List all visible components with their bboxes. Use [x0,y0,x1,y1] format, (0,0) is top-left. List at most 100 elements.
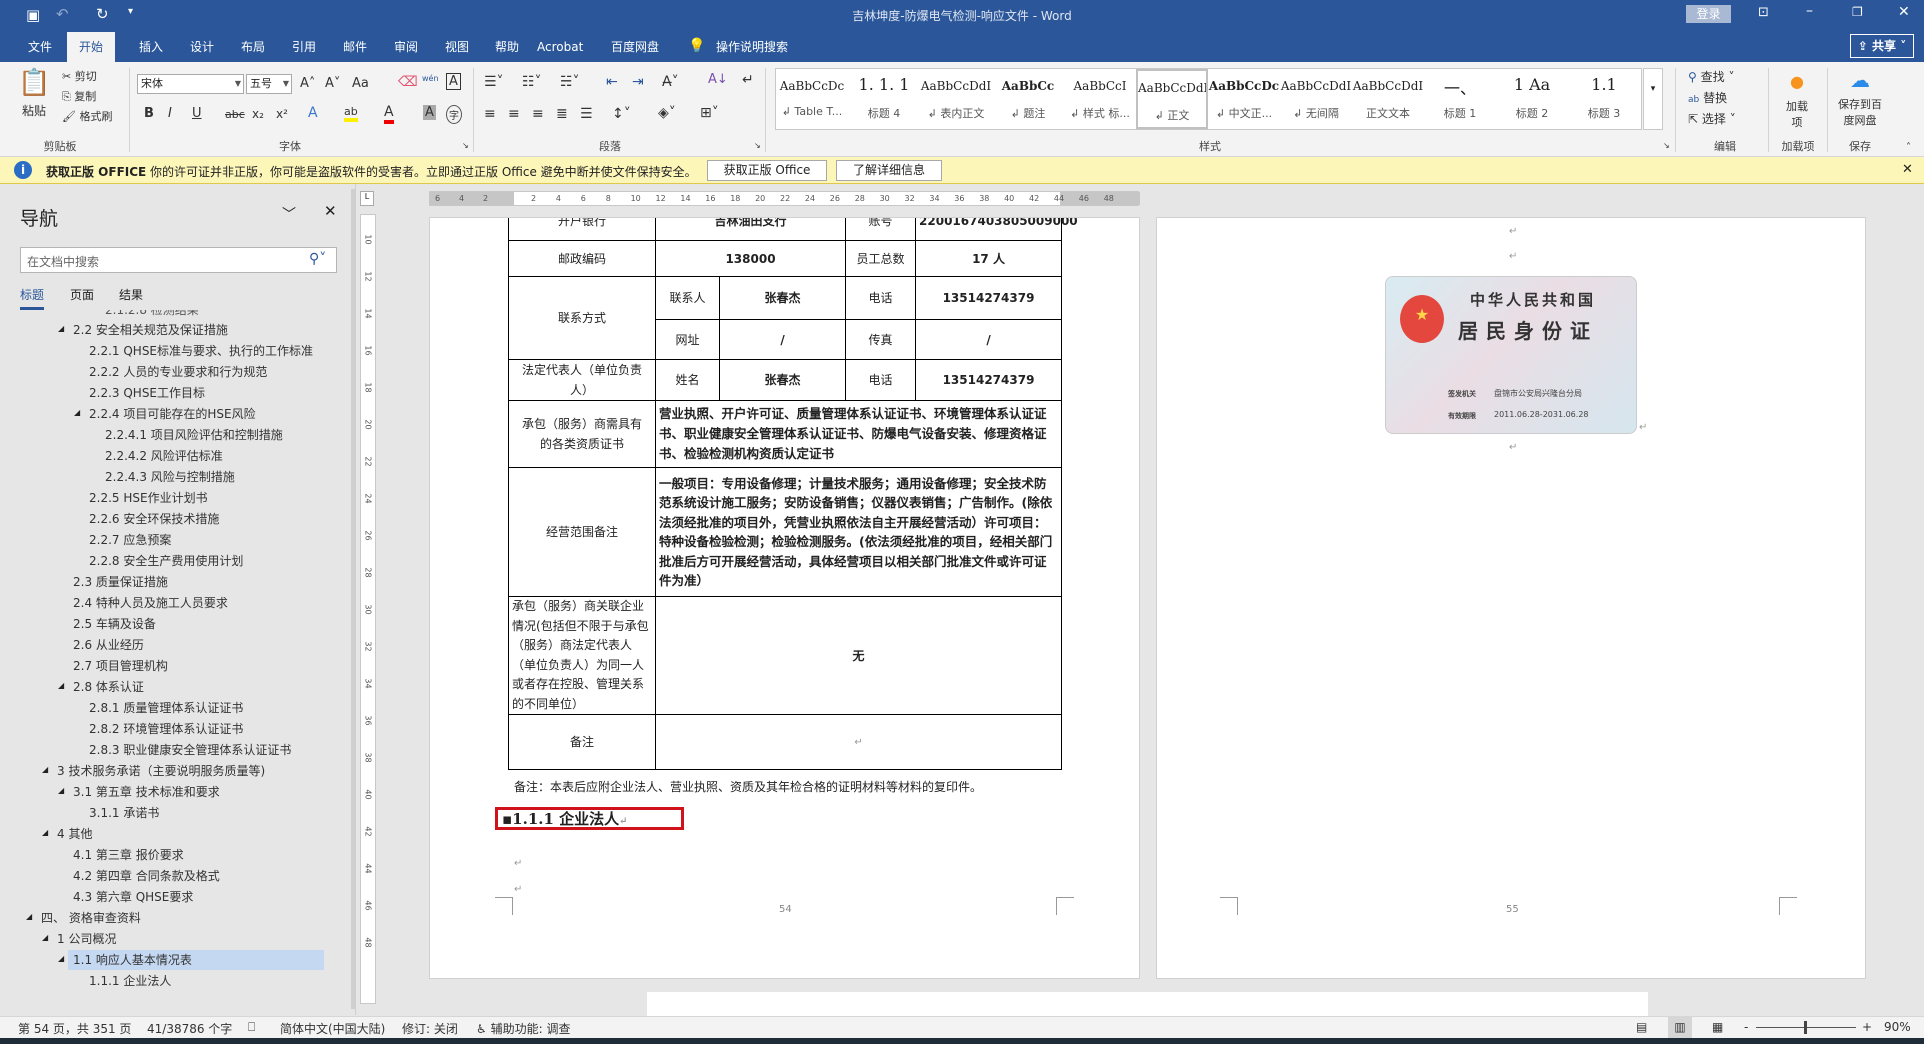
tell-me-search[interactable]: 操作说明搜索 [710,32,794,62]
nav-search-input[interactable]: 在文档中搜索 ⚲˅ [20,247,337,273]
language-indicator[interactable]: 简体中文(中国大陆) [280,1020,385,1037]
expand-triangle-icon[interactable]: ◢ [58,954,64,963]
underline-button[interactable]: U [192,106,202,121]
nav-item[interactable]: 2.7 项目管理机构 [73,656,168,677]
nav-scrollbar[interactable] [351,189,355,1009]
nav-item[interactable]: 2.2.1 QHSE标准与要求、执行的工作标准 [89,341,313,362]
dialog-launcher-icon[interactable]: ↘ [1663,141,1670,150]
paste-icon[interactable]: 📋 [18,68,50,98]
web-layout-icon[interactable]: ▦ [1712,1020,1723,1034]
increase-indent-icon[interactable]: ⇥ [632,74,644,90]
nav-item[interactable]: 2.2.6 安全环保技术措施 [89,509,219,530]
horizontal-ruler[interactable]: 6 4 2 2 4 6 8 10 12 14 16 18 20 22 24 26 28 30 32 34 36 38 40 4… [429,191,1140,206]
nav-item[interactable]: 2.2.7 应急预案 [89,530,171,551]
share-button[interactable]: ⇪ 共享 ˅ [1850,34,1914,58]
nav-item[interactable]: 2.8.3 职业健康安全管理体系认证证书 [89,740,291,761]
italic-button[interactable]: I [168,106,172,121]
font-color-button[interactable]: A [384,104,394,124]
format-painter-button[interactable]: 🖌 格式刷 [62,108,112,124]
cut-button[interactable]: ✂ 剪切 [62,68,97,84]
select-button[interactable]: ⇱ 选择 ˅ [1688,110,1736,127]
tab-help[interactable]: 帮助 [489,32,525,62]
ribbon-display-icon[interactable]: ⊡ [1758,5,1769,20]
align-right-icon[interactable]: ≡ [532,106,544,122]
style-item[interactable]: 1 Aa 标题 2 [1496,69,1568,129]
nav-item-partial[interactable]: 2.1.2.8 检测结果 [105,310,199,318]
tab-design[interactable]: 设计 [184,32,220,62]
shading-icon[interactable]: ◈˅ [658,105,676,121]
nav-item[interactable]: 2.2 安全相关规范及保证措施 [73,320,228,341]
nav-item[interactable]: 3.1.1 承诺书 [89,803,159,824]
baidu-cloud-icon[interactable]: ☁ [1850,68,1870,92]
style-item[interactable]: AaBbCcDdI 正文文本 [1352,69,1424,129]
borders-icon[interactable]: ⊞˅ [700,105,719,121]
font-name-select[interactable]: 宋体 ▼ [137,74,244,94]
nav-item[interactable]: 1 公司概况 [57,929,116,950]
nav-item[interactable]: 1.1 响应人基本情况表 [73,950,192,971]
customize-toolbar-icon[interactable]: ▾ [128,6,133,17]
search-icon[interactable]: ⚲˅ [309,251,326,267]
zoom-out-button[interactable]: - [1744,1020,1748,1034]
nav-item[interactable]: 2.2.4.3 风险与控制措施 [105,467,235,488]
grow-font-button[interactable]: A˄ [300,76,315,91]
dialog-launcher-icon[interactable]: ↘ [462,141,469,150]
expand-triangle-icon[interactable]: ◢ [42,933,48,942]
dialog-launcher-icon[interactable]: ↘ [754,141,761,150]
nav-tab-results[interactable]: 结果 [119,286,143,303]
expand-triangle-icon[interactable]: ◢ [42,828,48,837]
sort-icon[interactable]: A↓ [708,72,728,87]
zoom-in-button[interactable]: + [1862,1020,1872,1034]
nav-item[interactable]: 4.2 第四章 合同条款及格式 [73,866,220,887]
zoom-level[interactable]: 90% [1884,1020,1911,1034]
nav-item[interactable]: 4 其他 [57,824,92,845]
undo-icon[interactable]: ↶ [56,5,69,23]
align-center-icon[interactable]: ≡ [508,106,520,122]
heading-enterprise-legal-person[interactable]: ▪1.1.1 企业法人↵ [502,808,628,829]
proofing-icon[interactable]: ⎕ [248,1020,255,1035]
multilevel-list-icon[interactable]: ☵˅ [560,74,580,90]
nav-item[interactable]: 2.4 特种人员及施工人员要求 [73,593,228,614]
nav-item[interactable]: 1.1.1 企业法人 [89,971,171,992]
style-item[interactable]: AaBbCcDc ↲ Table T... [776,69,848,129]
phonetic-guide-button[interactable]: wén [422,74,439,83]
addins-button[interactable]: 加载项 [1784,98,1810,130]
align-left-icon[interactable]: ≡ [484,106,496,122]
expand-triangle-icon[interactable]: ◢ [74,408,80,417]
enclose-characters-button[interactable]: 字 [446,105,462,124]
accessibility-status[interactable]: ♿ 辅助功能: 调查 [476,1020,570,1037]
track-changes-status[interactable]: 修订: 关闭 [402,1020,458,1037]
nav-item[interactable]: 2.8.1 质量管理体系认证证书 [89,698,243,719]
nav-item[interactable]: 2.2.5 HSE作业计划书 [89,488,208,509]
login-button[interactable]: 登录 [1686,5,1731,23]
numbering-icon[interactable]: ☷˅ [522,74,542,90]
style-item[interactable]: AaBbCc ↲ 题注 [992,69,1064,129]
addin-icon[interactable]: ● [1790,72,1804,91]
superscript-button[interactable]: x² [276,107,288,121]
expand-triangle-icon[interactable]: ◢ [58,786,64,795]
subscript-button[interactable]: x₂ [252,107,264,121]
clear-format-icon[interactable]: ⌫ [398,74,418,90]
nav-item[interactable]: 2.2.3 QHSE工作目标 [89,383,205,404]
get-genuine-office-button[interactable]: 获取正版 Office [707,160,827,181]
style-item[interactable]: AaBbCcDdI ↲ 表内正文 [920,69,992,129]
close-icon[interactable]: ✕ [324,202,337,220]
find-button[interactable]: ⚲ 查找 ˅ [1688,68,1734,85]
vertical-ruler[interactable]: 10 12 14 16 18 20 22 24 26 28 30 32 34 36 38 40 42 44 46 48 [360,214,376,1004]
nav-item[interactable]: 2.6 从业经历 [73,635,144,656]
collapse-ribbon-icon[interactable]: ˄ [1906,142,1911,153]
style-item[interactable]: 1. 1. 1 标题 4 [848,69,920,129]
tab-acrobat[interactable]: Acrobat [531,32,589,62]
save-icon[interactable]: ▣ [26,6,40,24]
decrease-indent-icon[interactable]: ⇤ [606,74,618,90]
close-icon[interactable]: ✕ [1898,4,1910,20]
tab-selector[interactable]: L [360,191,374,206]
nav-item[interactable]: 四、 资格审查资料 [41,908,141,929]
tab-review[interactable]: 审阅 [388,32,424,62]
character-border-button[interactable]: A [446,73,461,90]
style-item[interactable]: 一、 标题 1 [1424,69,1496,129]
nav-item[interactable]: 2.2.4.1 项目风险评估和控制措施 [105,425,283,446]
shrink-font-button[interactable]: A˅ [325,76,340,91]
distributed-icon[interactable]: ☰ [580,106,593,122]
tab-insert[interactable]: 插入 [133,32,169,62]
nav-tab-pages[interactable]: 页面 [70,286,94,303]
